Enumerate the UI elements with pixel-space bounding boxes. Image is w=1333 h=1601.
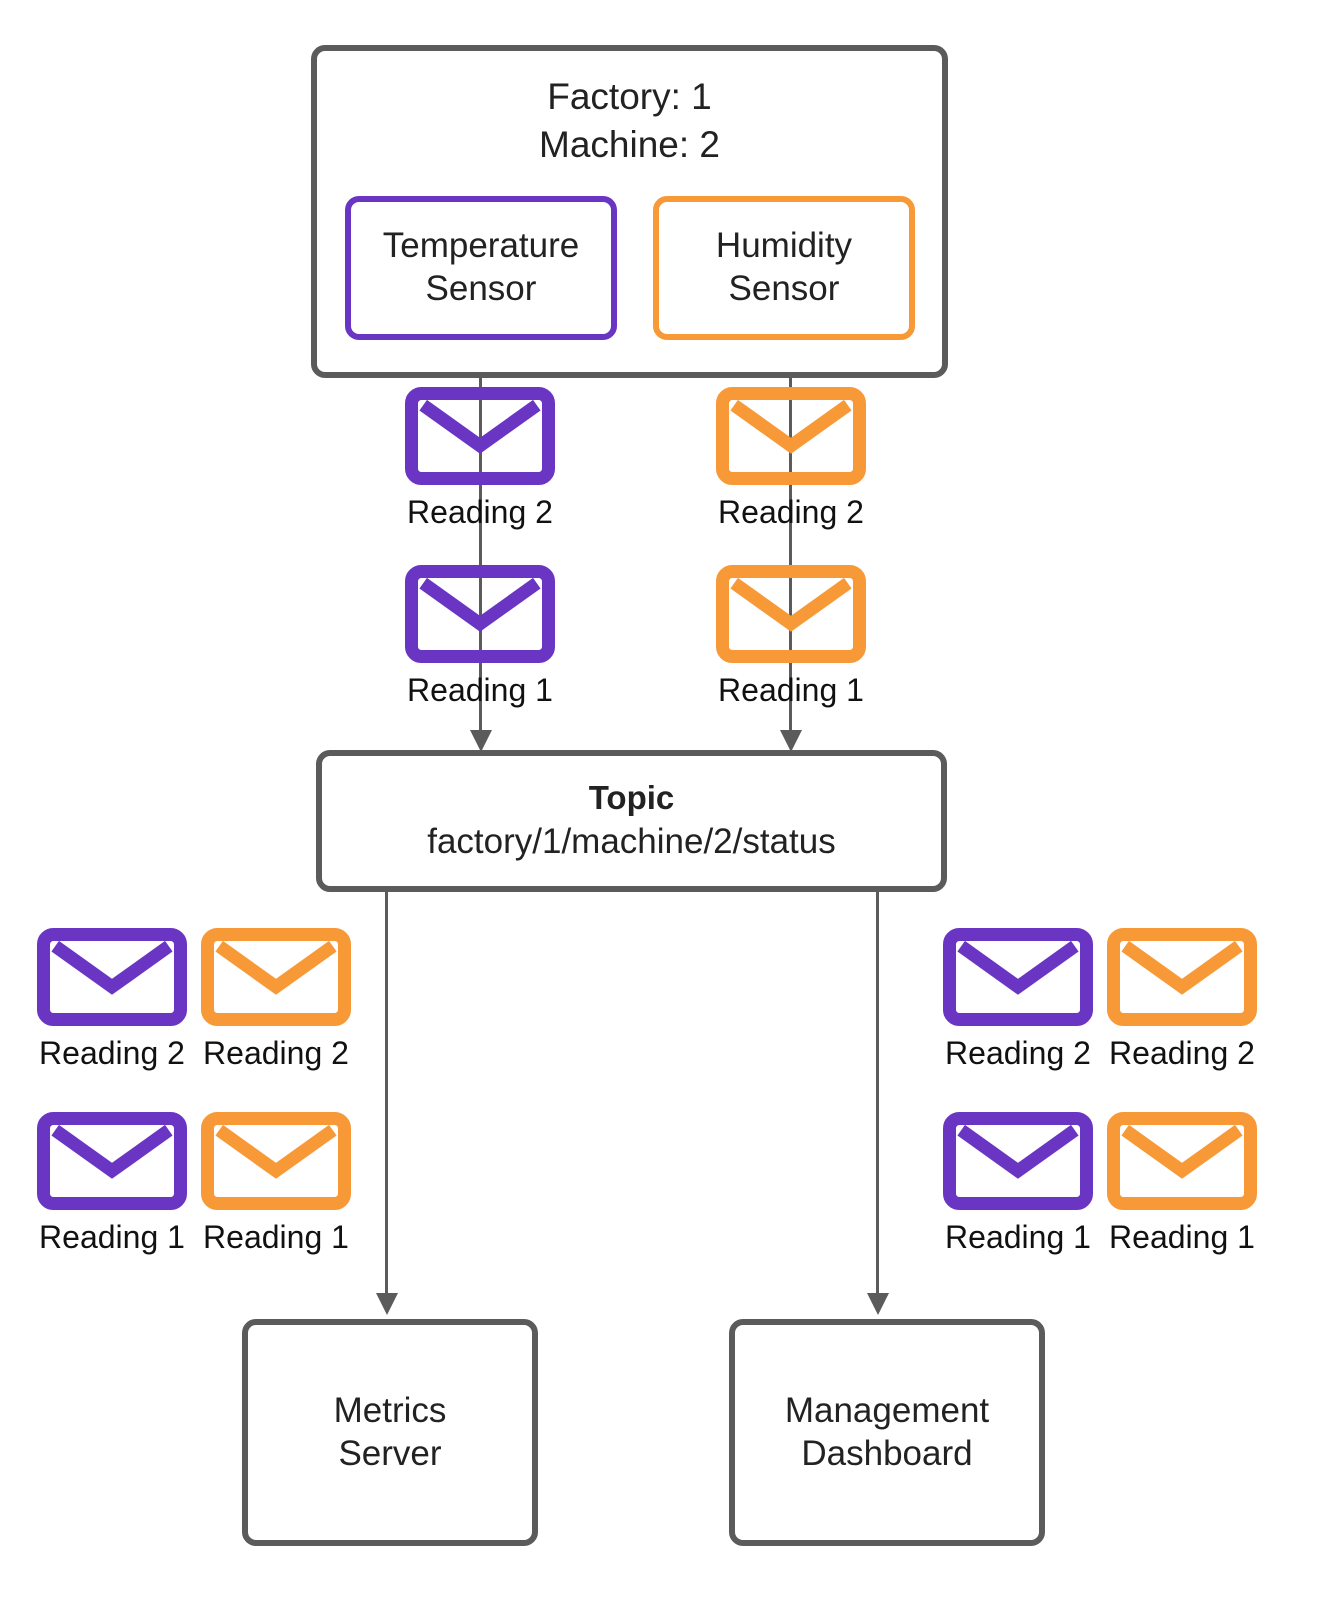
topic-title: Topic bbox=[588, 779, 675, 817]
message-label: Reading 1 bbox=[718, 672, 864, 708]
metrics-server-label: Metrics Server bbox=[333, 1390, 447, 1473]
message-label: Reading 1 bbox=[407, 672, 553, 708]
connector-topic-to-metrics-server bbox=[385, 890, 388, 1300]
topic-box[interactable]: Topic factory/1/machine/2/status bbox=[316, 750, 947, 892]
machine-title: Factory: 1 Machine: 2 bbox=[539, 76, 720, 166]
envelope-icon bbox=[716, 387, 866, 485]
message-label: Reading 1 bbox=[203, 1219, 349, 1255]
humidity-sensor-label: Humidity Sensor bbox=[715, 226, 853, 308]
message-label: Reading 2 bbox=[407, 494, 553, 530]
management-dashboard-label: Management Dashboard bbox=[784, 1390, 990, 1473]
envelope-icon bbox=[201, 928, 351, 1026]
envelope-icon bbox=[405, 387, 555, 485]
message-label: Reading 2 bbox=[1109, 1035, 1255, 1071]
envelope-icon bbox=[1107, 1112, 1257, 1210]
diagram-canvas: Factory: 1 Machine: 2 Temperature Sensor… bbox=[0, 0, 1333, 1601]
message-label: Reading 1 bbox=[945, 1219, 1091, 1255]
message-label: Reading 1 bbox=[39, 1219, 185, 1255]
arrowhead-humidity-to-topic bbox=[780, 730, 802, 752]
envelope-icon bbox=[1107, 928, 1257, 1026]
message-label: Reading 2 bbox=[203, 1035, 349, 1071]
arrowhead-topic-to-metrics-server bbox=[376, 1293, 398, 1315]
arrowhead-temperature-to-topic bbox=[470, 730, 492, 752]
management-dashboard-box[interactable]: Management Dashboard bbox=[729, 1319, 1045, 1546]
message-label: Reading 2 bbox=[945, 1035, 1091, 1071]
envelope-icon bbox=[37, 928, 187, 1026]
envelope-icon bbox=[405, 565, 555, 663]
message-label: Reading 2 bbox=[718, 494, 864, 530]
temperature-sensor-label: Temperature Sensor bbox=[382, 226, 580, 308]
envelope-icon bbox=[37, 1112, 187, 1210]
envelope-icon bbox=[201, 1112, 351, 1210]
metrics-server-box[interactable]: Metrics Server bbox=[242, 1319, 538, 1546]
message-label: Reading 1 bbox=[1109, 1219, 1255, 1255]
envelope-icon bbox=[716, 565, 866, 663]
temperature-sensor-box[interactable]: Temperature Sensor bbox=[345, 196, 617, 340]
humidity-sensor-box[interactable]: Humidity Sensor bbox=[653, 196, 915, 340]
envelope-icon bbox=[943, 928, 1093, 1026]
envelope-icon bbox=[943, 1112, 1093, 1210]
topic-path: factory/1/machine/2/status bbox=[427, 822, 836, 862]
connector-topic-to-management-dashboard bbox=[876, 890, 879, 1300]
arrowhead-topic-to-management-dashboard bbox=[867, 1293, 889, 1315]
message-label: Reading 2 bbox=[39, 1035, 185, 1071]
